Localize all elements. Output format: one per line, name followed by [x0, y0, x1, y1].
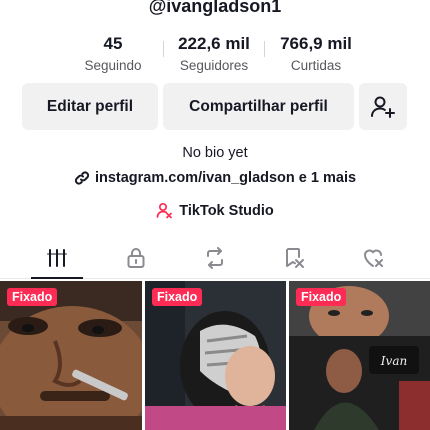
- stat-following-value: 45: [103, 34, 123, 53]
- tab-videos[interactable]: [37, 244, 77, 272]
- stat-likes[interactable]: 766,9 mil Curtidas: [261, 34, 371, 73]
- tab-saved[interactable]: [274, 244, 314, 272]
- stat-likes-label: Curtidas: [290, 58, 342, 73]
- pinned-badge: Fixado: [7, 288, 58, 306]
- liked-heart-icon: [364, 249, 383, 267]
- stat-followers[interactable]: 222,6 mil Seguidores: [159, 34, 269, 73]
- repost-icon: [207, 247, 223, 269]
- stat-followers-value: 222,6 mil: [178, 34, 250, 53]
- profile-stats: 45 Seguindo 222,6 mil Seguidores 766,9 m…: [0, 34, 430, 78]
- edit-profile-button[interactable]: Editar perfil: [22, 83, 158, 130]
- pinned-badge: Fixado: [152, 288, 203, 306]
- add-user-icon: [371, 96, 395, 118]
- add-friend-button[interactable]: [359, 83, 407, 130]
- lock-icon: [127, 248, 145, 268]
- profile-link[interactable]: instagram.com/ivan_gladson e 1 mais: [0, 170, 430, 186]
- profile-tabs: [0, 240, 430, 279]
- video-thumbnail[interactable]: Fixado: [0, 281, 142, 430]
- stat-following-label: Seguindo: [84, 58, 142, 73]
- tab-reposts[interactable]: [195, 244, 235, 272]
- studio-label: TikTok Studio: [179, 202, 274, 219]
- active-tab-indicator: [31, 277, 83, 279]
- profile-bio: No bio yet: [182, 145, 248, 161]
- video-grid: Fixado Fixado Ivan Fixado: [0, 281, 430, 430]
- profile-username: @ivangladson1: [148, 0, 282, 16]
- tiktok-studio-link[interactable]: TikTok Studio: [0, 202, 430, 219]
- link-icon: [74, 171, 89, 185]
- videos-grid-icon: [47, 249, 67, 267]
- video-thumbnail[interactable]: Fixado: [145, 281, 286, 430]
- tab-private[interactable]: [116, 244, 156, 272]
- studio-icon: [156, 202, 173, 219]
- video-thumbnail[interactable]: Ivan Fixado: [289, 281, 430, 430]
- share-profile-button[interactable]: Compartilhar perfil: [163, 83, 354, 130]
- tab-liked[interactable]: [353, 244, 393, 272]
- profile-link-text: instagram.com/ivan_gladson e 1 mais: [94, 170, 357, 186]
- bookmark-icon: [286, 248, 304, 268]
- pinned-badge: Fixado: [296, 288, 347, 306]
- svg-text:Ivan: Ivan: [380, 354, 407, 368]
- stat-following[interactable]: 45 Seguindo: [58, 34, 168, 73]
- stat-likes-value: 766,9 mil: [280, 34, 352, 53]
- stat-followers-label: Seguidores: [179, 58, 249, 73]
